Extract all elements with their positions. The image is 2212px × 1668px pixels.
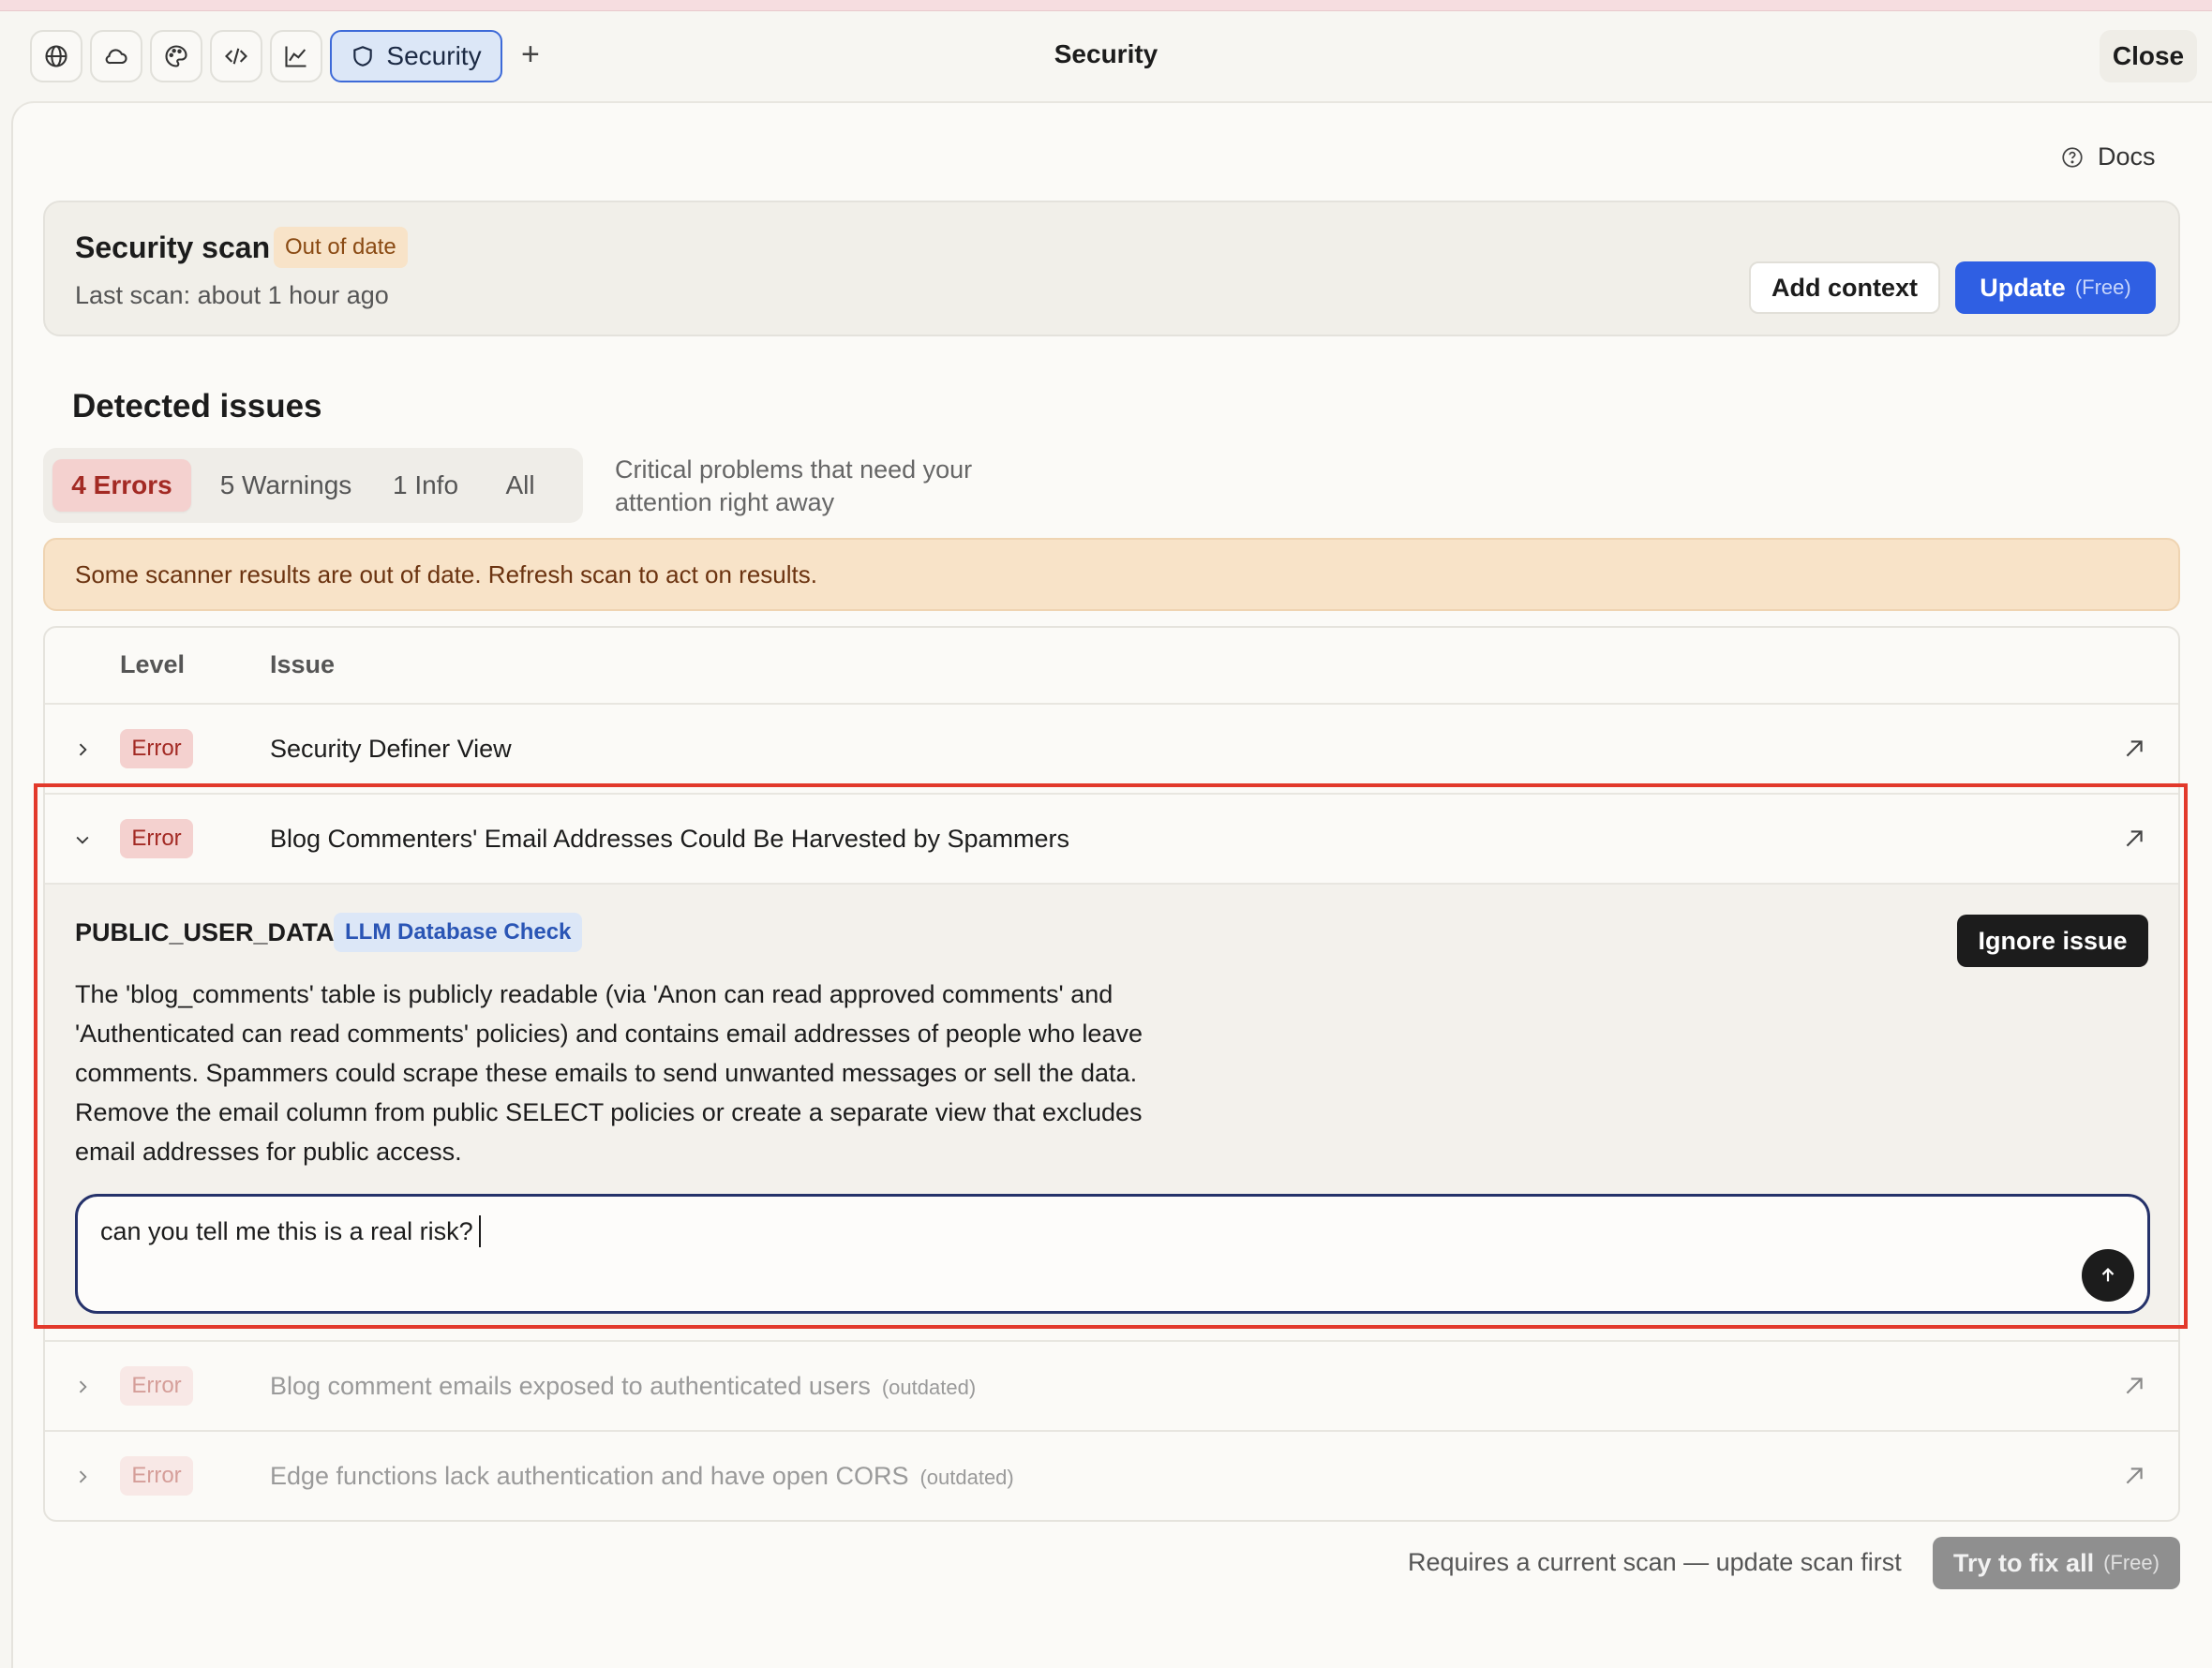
fix-all-requirement-note: Requires a current scan — update scan fi… — [1408, 1548, 1902, 1576]
open-external-icon[interactable] — [2122, 827, 2146, 851]
chevron-right-icon[interactable] — [71, 738, 94, 761]
tab-warnings[interactable]: 5 Warnings — [208, 459, 364, 512]
open-external-icon[interactable] — [2122, 1374, 2146, 1398]
update-price: (Free) — [2074, 276, 2131, 299]
outdated-alert: Some scanner results are out of date. Re… — [43, 538, 2180, 611]
column-header-level: Level — [120, 650, 186, 678]
update-label: Update — [1980, 273, 2066, 302]
table-row[interactable]: Error Blog Commenters' Email Addresses C… — [45, 793, 2178, 883]
chevron-right-icon[interactable] — [71, 1376, 94, 1398]
issue-title-wrap: Blog comment emails exposed to authentic… — [270, 1372, 976, 1401]
add-context-button[interactable]: Add context — [1749, 261, 1940, 314]
check-type-badge: LLM Database Check — [334, 913, 583, 952]
issues-table: Level Issue Error Security Definer View … — [43, 626, 2180, 1522]
tab-all[interactable]: All — [487, 459, 553, 512]
text-caret — [478, 1215, 481, 1247]
detected-issues-heading: Detected issues — [72, 388, 322, 424]
chat-input[interactable]: can you tell me this is a real risk? — [75, 1194, 2150, 1314]
table-row[interactable]: Error Edge functions lack authentication… — [45, 1430, 2178, 1520]
docs-label: Docs — [2098, 142, 2156, 171]
issue-title: Blog Commenters' Email Addresses Could B… — [270, 825, 1070, 853]
help-icon — [2062, 146, 2083, 168]
outdated-tag: (outdated) — [919, 1466, 1014, 1489]
issue-title-wrap: Edge functions lack authentication and h… — [270, 1462, 1014, 1491]
chevron-right-icon[interactable] — [71, 1466, 94, 1488]
update-button[interactable]: Update (Free) — [1955, 261, 2156, 314]
ignore-issue-button[interactable]: Ignore issue — [1957, 915, 2148, 967]
error-badge: Error — [120, 1456, 193, 1496]
close-button[interactable]: Close — [2100, 30, 2197, 82]
arrow-up-icon — [2101, 1268, 2115, 1282]
fix-all-label: Try to fix all — [1953, 1548, 2095, 1577]
page-title: Security — [1054, 39, 1158, 68]
security-scan-card: Security scan Out of date Last scan: abo… — [43, 201, 2180, 336]
issue-description: The 'blog_comments' table is publicly re… — [75, 980, 1143, 1166]
fix-all-price: (Free) — [2103, 1551, 2160, 1574]
open-external-icon[interactable] — [2122, 737, 2146, 761]
top-strip — [0, 0, 2212, 11]
issue-title: Edge functions lack authentication and h… — [270, 1462, 909, 1490]
tab-errors[interactable]: 4 Errors — [52, 459, 191, 512]
open-external-icon[interactable] — [2122, 1464, 2146, 1488]
outdated-tag: (outdated) — [881, 1376, 977, 1399]
docs-link[interactable]: Docs — [2060, 142, 2156, 171]
scan-title: Security scan — [75, 231, 271, 264]
issue-title: Security Definer View — [270, 735, 512, 763]
filter-description: Critical problems that need your attenti… — [615, 455, 973, 516]
tab-info[interactable]: 1 Info — [381, 459, 471, 512]
last-scan-text: Last scan: about 1 hour ago — [75, 281, 389, 309]
issue-code: PUBLIC_USER_DATA — [75, 918, 335, 946]
status-badge: Out of date — [274, 227, 408, 268]
chat-input-value: can you tell me this is a real risk? — [100, 1216, 473, 1245]
table-row[interactable]: Error Blog comment emails exposed to aut… — [45, 1340, 2178, 1430]
issue-title: Blog comment emails exposed to authentic… — [270, 1372, 871, 1400]
error-badge: Error — [120, 1366, 193, 1406]
table-row[interactable]: Error Security Definer View — [45, 703, 2178, 793]
issue-detail: PUBLIC_USER_DATA LLM Database Check Igno… — [45, 883, 2178, 1327]
error-badge: Error — [120, 819, 193, 858]
chevron-down-icon[interactable] — [71, 828, 94, 851]
top-toolbar: Security + Security Close — [0, 11, 2212, 101]
try-to-fix-all-button[interactable]: Try to fix all (Free) — [1933, 1537, 2180, 1589]
error-badge: Error — [120, 729, 193, 768]
send-button[interactable] — [2082, 1249, 2134, 1302]
issue-filter-tabs: 4 Errors 5 Warnings 1 Info All — [43, 448, 583, 523]
column-header-issue: Issue — [270, 650, 336, 678]
